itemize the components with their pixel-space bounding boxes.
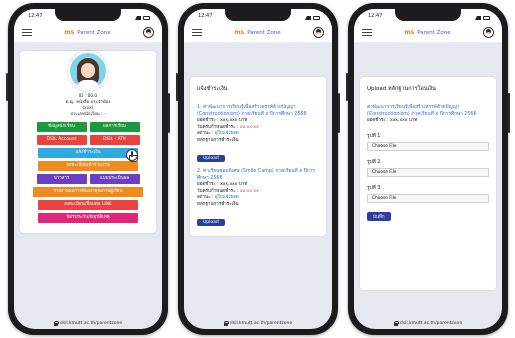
brand: ms Parent Zone (372, 29, 483, 36)
image-2-label: รูปที่ 2 (367, 159, 381, 165)
image-1-label: รูปที่ 1 (367, 133, 381, 139)
brand-title: Parent Zone (247, 30, 281, 36)
phone-frame-3: 12:47 ms Parent Zone Upload หลักฐานการโอน… (346, 3, 510, 335)
proof-label: หลักฐานการชำระเงิน (197, 201, 239, 207)
student-avatar (68, 51, 108, 91)
url-bar[interactable]: dsil.kmutt.ac.th/parentzone (14, 320, 162, 326)
menu-icon[interactable] (192, 29, 202, 36)
student-type: ประเภทนักเรียน : - (70, 112, 106, 117)
app-header: ms Parent Zone (14, 23, 162, 43)
amount-value: xxx,xxx บาท (220, 182, 248, 187)
brand-logo: ms (404, 29, 415, 36)
battery-icon (313, 16, 320, 20)
student-info-button[interactable]: ข้อมูลนักเรียน (36, 122, 87, 132)
upload-button[interactable]: Upload (197, 219, 225, 226)
upload-card: Upload หลักฐานการโอนเงิน ค่าพัฒนาการเรีย… (360, 77, 496, 290)
menu-icon[interactable] (22, 29, 32, 36)
phone-screen-3: 12:47 ms Parent Zone Upload หลักฐานการโอน… (354, 9, 502, 329)
main-content: Upload หลักฐานการโอนเงิน ค่าพัฒนาการเรีย… (360, 45, 496, 313)
phone-frame-1: 12:47 ms Parent Zone ID : 00.0 ด.ญ. หนังส… (6, 3, 170, 335)
url-text: dsil.kmutt.ac.th/parentzone (399, 321, 463, 326)
image-3-label: รูปที่ 3 (367, 185, 381, 191)
due-date: xx xx xx (239, 124, 259, 130)
lock-icon (53, 320, 60, 326)
user-avatar-icon[interactable] (483, 27, 494, 38)
news-button[interactable]: ข่าวสาร (36, 174, 87, 184)
url-bar[interactable]: dsil.kmutt.ac.th/parentzone (184, 320, 332, 326)
save-button[interactable]: บันทึก (367, 211, 391, 221)
status-time: 12:47 (368, 13, 383, 19)
main-content: แจ้งชำระเงิน 1. ค่าพัฒนาการเรียนรู้เพื่อ… (190, 45, 326, 313)
image-1-file-input[interactable]: Choose File (367, 141, 489, 151)
lock-icon (393, 320, 400, 326)
quality-report-button[interactable]: รายงานผลการพัฒนาคุณภาพผู้เรียน (33, 187, 143, 197)
dsil-account-button[interactable]: DSIL Account (36, 135, 87, 145)
view-invoice-link[interactable]: ดูใบแจ้งยอด (215, 131, 239, 136)
signal-icon (305, 16, 311, 20)
payment-item-title[interactable]: 1. ค่าพัฒนาการเรียนรู้เพื่อสร้างสรรค์ด้ว… (197, 105, 319, 118)
section-title: แจ้งชำระเงิน (197, 86, 228, 92)
signal-icon (475, 16, 481, 20)
status-time: 12:47 (28, 13, 43, 19)
user-avatar-icon[interactable] (313, 27, 324, 38)
phone-notch (225, 9, 291, 21)
brand: ms Parent Zone (202, 29, 313, 36)
url-bar[interactable]: dsil.kmutt.ac.th/parentzone (354, 320, 502, 326)
app-header: ms Parent Zone (354, 23, 502, 43)
due-date: xx xx xx (239, 188, 259, 194)
phone-frame-2: 12:47 ms Parent Zone แจ้งชำระเงิน 1. ค่าพ… (176, 3, 340, 335)
menu-icon[interactable] (362, 29, 372, 36)
pointer-hand-icon (126, 149, 138, 162)
main-content: ID : 00.0 ด.ญ. หนังสือ ประจำห้อง (xxx) ป… (20, 45, 156, 313)
lock-icon (223, 320, 230, 326)
view-invoice-link[interactable]: ดูใบแจ้งยอด (215, 195, 239, 200)
payment-item: 1. ค่าพัฒนาการเรียนรู้เพื่อสร้างสรรค์ด้ว… (197, 105, 319, 169)
upload-title: Upload หลักฐานการโอนเงิน (367, 86, 436, 92)
insurance-card-button[interactable]: บัตรประกันภัยอุบัติเหตุ (38, 213, 138, 223)
image-3-file-input[interactable]: Choose File (367, 193, 489, 203)
payment-card: แจ้งชำระเงิน 1. ค่าพัฒนาการเรียนรู้เพื่อ… (190, 77, 326, 236)
app-header: ms Parent Zone (184, 23, 332, 43)
status-time: 12:47 (198, 13, 213, 19)
phone-notch (55, 9, 121, 21)
profile-info: ID : 00.0 ด.ญ. หนังสือ ประจำห้อง (xxx) ป… (27, 94, 149, 118)
upload-button[interactable]: Upload (197, 155, 225, 162)
battery-icon (483, 16, 490, 20)
phone-screen-2: 12:47 ms Parent Zone แจ้งชำระเงิน 1. ค่าพ… (184, 9, 332, 329)
grades-button[interactable]: ผลการเรียน (89, 122, 140, 132)
brand: ms Parent Zone (32, 29, 143, 36)
image-2-file-input[interactable]: Choose File (367, 167, 489, 177)
user-avatar-icon[interactable] (143, 27, 154, 38)
amount-value: xxx,xxx บาท (220, 118, 248, 123)
payment-button[interactable]: แจ้งชำระเงิน (38, 148, 138, 158)
proof-label: หลักฐานการชำระเงิน (197, 137, 239, 143)
signal-icon (135, 16, 141, 20)
payment-item: 2. ค่าเรียนซ่อมพิเศษ (Smile Camp) ภาคเรี… (197, 169, 319, 228)
brand-title: Parent Zone (77, 30, 111, 36)
event-register-button[interactable]: ลงทะเบียนเข้าร่วมงาน (38, 161, 138, 171)
brand-logo: ms (64, 29, 75, 36)
brand-title: Parent Zone (417, 30, 451, 36)
line-register-button[interactable]: ลงทะเบียนเชื่อมต่อ LINE (38, 200, 138, 210)
phone-notch (395, 9, 461, 21)
profile-card: ID : 00.0 ด.ญ. หนังสือ ประจำห้อง (xxx) ป… (20, 51, 156, 233)
brand-logo: ms (234, 29, 245, 36)
url-text: dsil.kmutt.ac.th/parentzone (229, 321, 293, 326)
dsil-atk-button[interactable]: DSIL - ATK (89, 135, 140, 145)
phone-screen-1: 12:47 ms Parent Zone ID : 00.0 ด.ญ. หนังส… (14, 9, 162, 329)
upload-item-title: ค่าพัฒนาการเรียนรู้เพื่อสร้างสรรค์ด้วยปั… (367, 105, 477, 117)
payment-item-title[interactable]: 2. ค่าเรียนซ่อมพิเศษ (Smile Camp) ภาคเรี… (197, 169, 319, 182)
evaluation-button[interactable]: แบบประเมินผล (89, 174, 140, 184)
url-text: dsil.kmutt.ac.th/parentzone (59, 321, 123, 326)
amount-line: ยอดชำระ : xxx,xxx บาท (367, 118, 418, 123)
menu-buttons: ข้อมูลนักเรียน ผลการเรียน DSIL Account D… (27, 122, 149, 227)
battery-icon (143, 16, 150, 20)
